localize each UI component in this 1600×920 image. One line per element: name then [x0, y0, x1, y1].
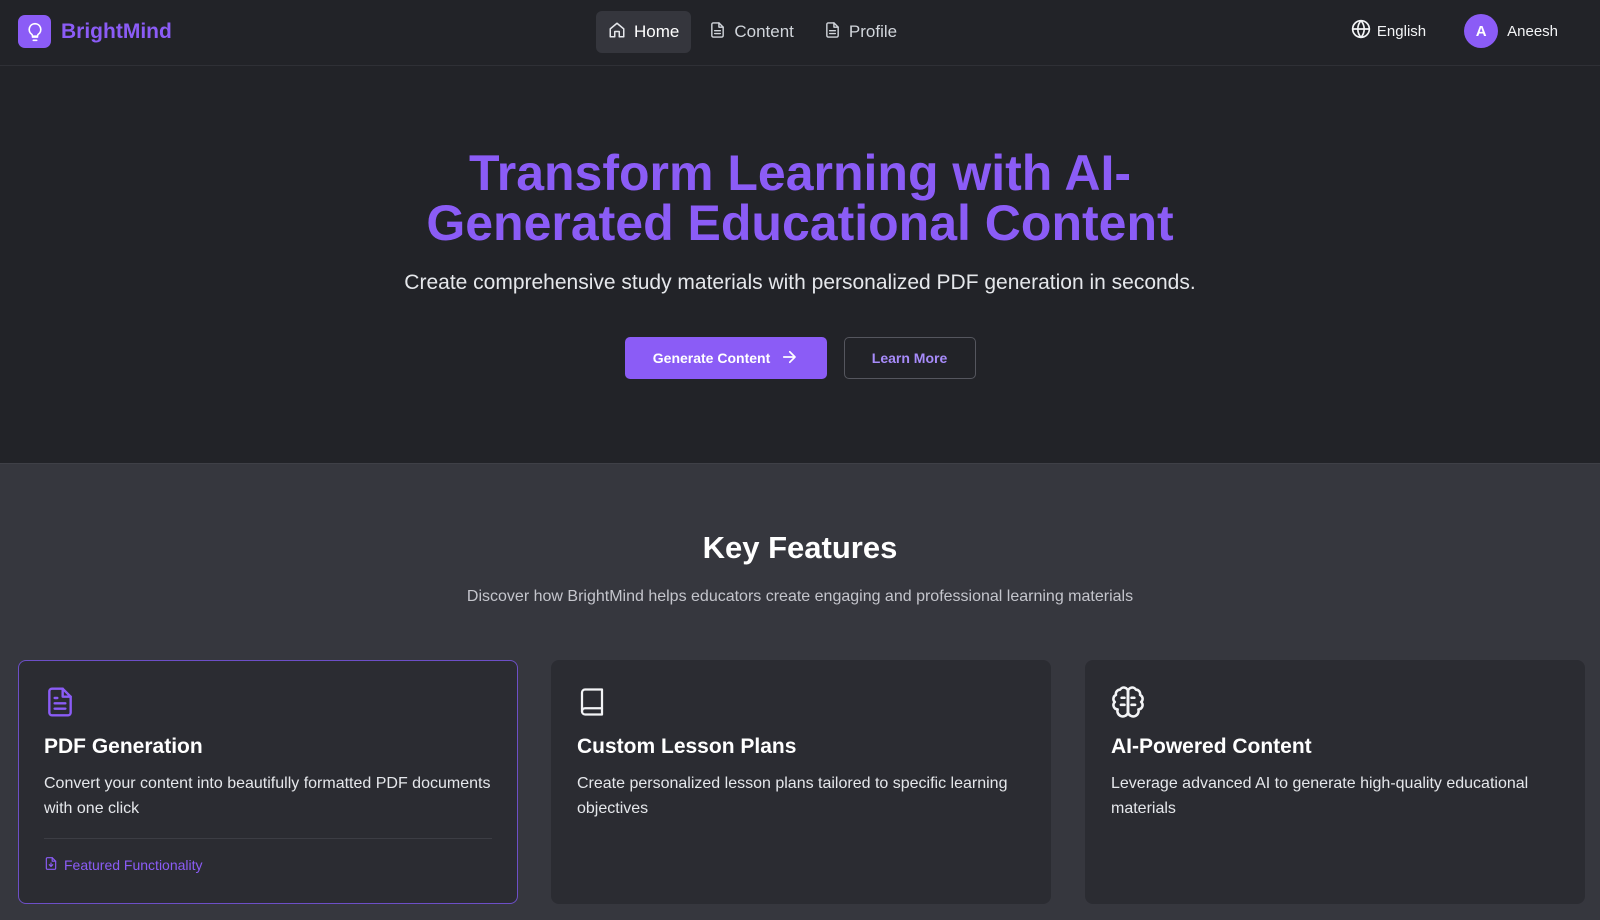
button-label: Generate Content [652, 350, 771, 366]
card-description: Create personalized lesson plans tailore… [577, 775, 1008, 817]
feature-card-ai-powered-content[interactable]: AI-Powered Content Leverage advanced AI … [1085, 660, 1585, 904]
nav-item-label: Profile [848, 22, 898, 41]
feature-card-custom-lesson-plans[interactable]: Custom Lesson Plans Create personalized … [551, 660, 1051, 904]
user-menu[interactable]: A Aneesh [1464, 14, 1558, 48]
featured-functionality-tag: Featured Functionality [44, 856, 492, 874]
card-description: Convert your content into beautifully fo… [44, 775, 491, 817]
document-icon [709, 21, 726, 44]
generate-content-button[interactable]: Generate Content [624, 337, 827, 379]
user-name: Aneesh [1507, 22, 1558, 40]
nav-item-home[interactable]: Home [596, 11, 692, 53]
globe-icon [1351, 19, 1371, 43]
nav-right: English A Aneesh [1351, 14, 1558, 48]
nav-item-content[interactable]: Content [697, 11, 806, 53]
nav-item-label: Content [734, 22, 794, 41]
card-description: Leverage advanced AI to generate high-qu… [1111, 775, 1529, 817]
lightbulb-icon [18, 15, 51, 48]
nav-item-label: Home [634, 22, 680, 41]
nav-item-profile[interactable]: Profile [812, 11, 909, 53]
home-icon [608, 21, 626, 44]
avatar: A [1464, 14, 1499, 48]
features-title: Key Features [702, 530, 898, 565]
language-label: English [1376, 22, 1427, 40]
card-title: PDF Generation [44, 735, 203, 758]
brand-name: BrightMind [61, 19, 172, 43]
brain-icon [1111, 685, 1559, 719]
language-selector[interactable]: English [1351, 19, 1426, 43]
card-divider [44, 838, 492, 839]
learn-more-button[interactable]: Learn More [843, 337, 976, 379]
document-icon [824, 21, 841, 44]
card-title: Custom Lesson Plans [577, 735, 797, 758]
features-subtitle: Discover how BrightMind helps educators … [466, 588, 1134, 605]
hero-actions: Generate Content Learn More [0, 337, 1600, 379]
card-title: AI-Powered Content [1111, 735, 1312, 758]
features-section: Key Features Discover how BrightMind hel… [0, 463, 1600, 920]
top-navbar: BrightMind Home Content Profile English … [0, 0, 1600, 66]
hero-section: Transform Learning with AI-Generated Edu… [0, 66, 1600, 463]
book-icon [577, 685, 1025, 719]
brand[interactable]: BrightMind [18, 15, 172, 48]
file-download-icon [44, 856, 58, 874]
main-nav: Home Content Profile [596, 11, 909, 53]
feature-card-pdf-generation[interactable]: PDF Generation Convert your content into… [18, 660, 518, 904]
featured-label: Featured Functionality [64, 857, 203, 873]
hero-title: Transform Learning with AI-Generated Edu… [426, 145, 1174, 251]
hero-subtitle: Create comprehensive study materials wit… [404, 271, 1196, 294]
file-text-icon [44, 685, 492, 719]
arrow-right-icon [780, 348, 798, 369]
